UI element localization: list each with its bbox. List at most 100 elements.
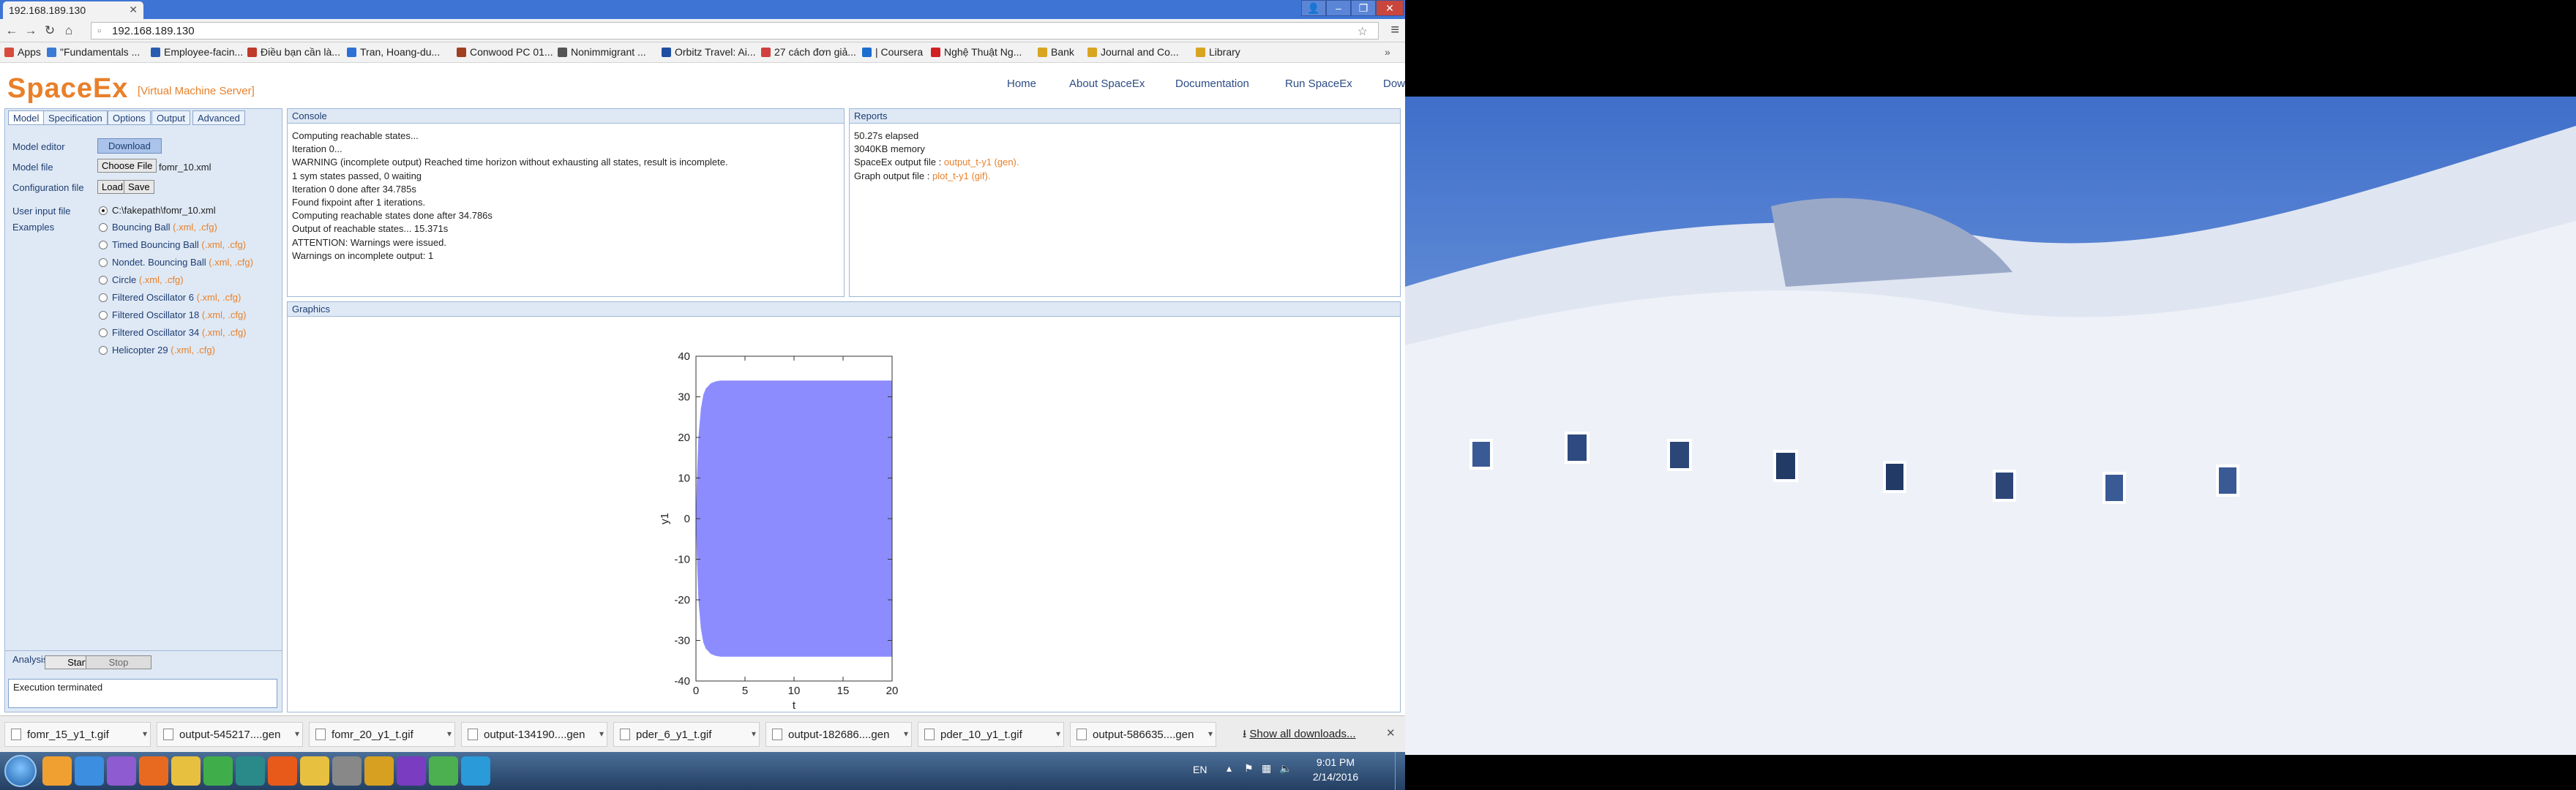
taskbar-app-icon[interactable] xyxy=(203,756,233,786)
tab-options[interactable]: Options xyxy=(108,110,151,125)
chevron-down-icon[interactable]: ▾ xyxy=(143,729,147,739)
example-radio[interactable] xyxy=(99,328,108,337)
example-radio[interactable] xyxy=(99,258,108,267)
example-files-link[interactable]: (.xml, .cfg) xyxy=(173,222,217,233)
bookmark-item[interactable]: "Fundamentals ... xyxy=(47,46,140,58)
tab-output[interactable]: Output xyxy=(151,110,191,125)
tab-model[interactable]: Model xyxy=(8,110,45,125)
bookmarks-overflow-icon[interactable]: » xyxy=(1385,46,1390,58)
example-files-link[interactable]: (.xml, .cfg) xyxy=(171,345,215,356)
forward-arrow-icon[interactable]: → xyxy=(22,23,40,39)
download-item[interactable]: output-586635....gen ▾ xyxy=(1070,722,1216,747)
site-logo[interactable]: SpaceEx xyxy=(7,73,128,105)
download-item[interactable]: fomr_20_y1_t.gif ▾ xyxy=(309,722,455,747)
taskbar-app-icon[interactable] xyxy=(300,756,329,786)
example-files-link[interactable]: (.xml, .cfg) xyxy=(139,274,184,285)
network-icon[interactable]: ▦ xyxy=(1262,762,1271,775)
taskbar-app-icon[interactable] xyxy=(107,756,136,786)
download-button[interactable]: Download xyxy=(97,138,162,154)
menu-icon[interactable]: ≡ xyxy=(1390,22,1399,39)
bookmark-item[interactable]: Bank xyxy=(1038,46,1074,58)
nav-documentation[interactable]: Documentation xyxy=(1175,78,1249,90)
taskbar-app-icon[interactable] xyxy=(171,756,201,786)
nav-downloads[interactable]: Downloads xyxy=(1383,78,1405,90)
home-icon[interactable]: ⌂ xyxy=(60,23,78,39)
taskbar-app-icon[interactable] xyxy=(429,756,458,786)
show-all-downloads-link[interactable]: ⭳ Show all downloads... xyxy=(1243,726,1356,745)
nav-home[interactable]: Home xyxy=(1007,78,1036,90)
stop-button[interactable]: Stop xyxy=(86,655,151,669)
browser-tab[interactable]: 192.168.189.130 ✕ xyxy=(3,1,143,19)
taskbar-app-icon[interactable] xyxy=(332,756,362,786)
back-arrow-icon[interactable]: ← xyxy=(3,23,20,39)
example-files-link[interactable]: (.xml, .cfg) xyxy=(209,257,253,268)
tab-advanced[interactable]: Advanced xyxy=(192,110,245,125)
bookmark-item[interactable]: Tran, Hoang-du... xyxy=(347,46,440,58)
language-indicator[interactable]: EN xyxy=(1193,764,1207,775)
example-files-link[interactable]: (.xml, .cfg) xyxy=(202,327,247,338)
taskbar-app-icon[interactable] xyxy=(364,756,394,786)
example-radio[interactable] xyxy=(99,241,108,249)
nav-run-spaceex[interactable]: Run SpaceEx xyxy=(1285,78,1352,90)
tab-close-icon[interactable]: ✕ xyxy=(129,4,138,16)
download-item[interactable]: output-134190....gen ▾ xyxy=(461,722,607,747)
choose-file-button[interactable]: Choose File xyxy=(97,159,157,173)
taskbar-app-icon[interactable] xyxy=(75,756,104,786)
minimize-button[interactable]: – xyxy=(1326,0,1351,16)
volume-icon[interactable]: 🔈 xyxy=(1279,762,1292,775)
address-bar[interactable]: ▫ 192.168.189.130 ☆ xyxy=(91,22,1379,40)
taskbar-app-icon[interactable] xyxy=(42,756,72,786)
chevron-down-icon[interactable]: ▾ xyxy=(599,729,604,739)
chevron-down-icon[interactable]: ▾ xyxy=(1208,729,1213,739)
tab-specification[interactable]: Specification xyxy=(43,110,108,125)
example-files-link[interactable]: (.xml, .cfg) xyxy=(197,292,242,303)
taskbar-app-icon[interactable] xyxy=(397,756,426,786)
shelf-close-icon[interactable]: ✕ xyxy=(1386,726,1396,740)
bookmark-item[interactable]: | Coursera xyxy=(862,46,923,58)
save-button[interactable]: Save xyxy=(124,180,154,194)
example-radio[interactable] xyxy=(99,276,108,285)
chevron-down-icon[interactable]: ▾ xyxy=(295,729,299,739)
taskbar-app-icon[interactable] xyxy=(461,756,490,786)
example-radio[interactable] xyxy=(99,311,108,320)
bookmark-item[interactable]: Nghệ Thuật Ng... xyxy=(931,46,1022,58)
chevron-down-icon[interactable]: ▾ xyxy=(447,729,452,739)
download-item[interactable]: output-545217....gen ▾ xyxy=(157,722,303,747)
bookmark-item[interactable]: 27 cách đơn giả... xyxy=(761,46,856,58)
tray-arrow-icon[interactable]: ▴ xyxy=(1227,762,1232,775)
bookmark-item[interactable]: Apps xyxy=(4,46,41,58)
taskbar-app-icon[interactable] xyxy=(139,756,168,786)
bookmark-item[interactable]: Library xyxy=(1196,46,1240,58)
example-radio[interactable] xyxy=(99,223,108,232)
download-item[interactable]: pder_10_y1_t.gif ▾ xyxy=(918,722,1064,747)
reload-icon[interactable]: ↻ xyxy=(41,23,59,39)
action-center-icon[interactable]: ⚑ xyxy=(1244,762,1254,775)
bookmark-item[interactable]: Employee-facin... xyxy=(151,46,243,58)
example-radio[interactable] xyxy=(99,346,108,355)
bookmark-item[interactable]: Journal and Co... xyxy=(1087,46,1179,58)
close-button[interactable]: ✕ xyxy=(1376,0,1404,16)
example-radio[interactable] xyxy=(99,293,108,302)
bookmark-star-icon[interactable]: ☆ xyxy=(1358,24,1368,39)
chevron-down-icon[interactable]: ▾ xyxy=(752,729,756,739)
chevron-down-icon[interactable]: ▾ xyxy=(1056,729,1060,739)
bookmark-item[interactable]: Conwood PC 01... xyxy=(457,46,553,58)
download-item[interactable]: output-182686....gen ▾ xyxy=(765,722,912,747)
spaceex-output-link[interactable]: output_t-y1 (gen). xyxy=(944,157,1019,168)
taskbar-app-icon[interactable] xyxy=(236,756,265,786)
nav-about[interactable]: About SpaceEx xyxy=(1069,78,1145,90)
load-button[interactable]: Load xyxy=(97,180,127,194)
taskbar-app-icon[interactable] xyxy=(268,756,297,786)
clock-date[interactable]: 2/14/2016 xyxy=(1303,771,1368,783)
user-input-radio[interactable] xyxy=(99,206,108,215)
chevron-down-icon[interactable]: ▾ xyxy=(904,729,908,739)
bookmark-item[interactable]: Điều bạn cần là... xyxy=(247,46,340,58)
user-icon[interactable]: 👤 xyxy=(1301,0,1326,16)
example-files-link[interactable]: (.xml, .cfg) xyxy=(201,239,246,250)
start-button[interactable] xyxy=(4,755,37,787)
download-item[interactable]: fomr_15_y1_t.gif ▾ xyxy=(4,722,151,747)
graph-output-link[interactable]: plot_t-y1 (gif). xyxy=(932,170,990,181)
show-desktop-button[interactable] xyxy=(1395,752,1405,790)
maximize-button[interactable]: ❐ xyxy=(1351,0,1376,16)
example-files-link[interactable]: (.xml, .cfg) xyxy=(202,309,247,320)
